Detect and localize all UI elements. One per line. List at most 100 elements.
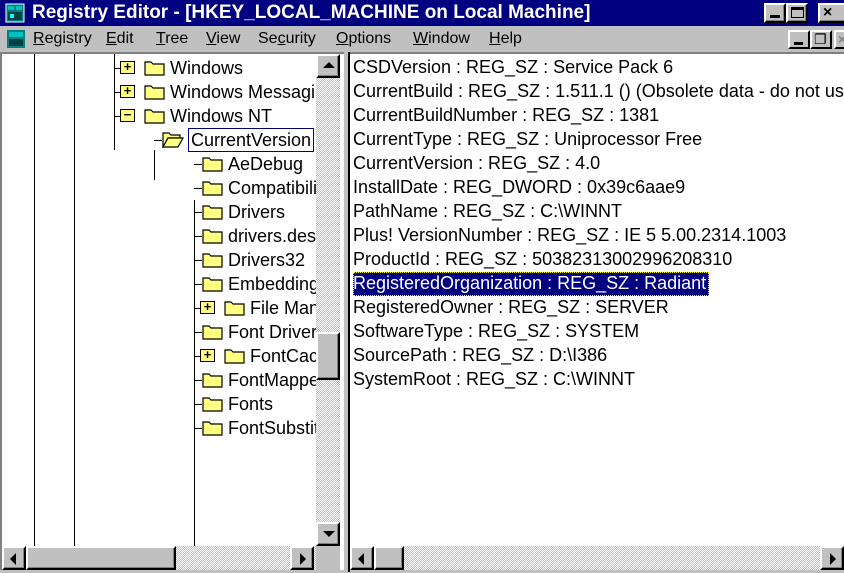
tree-connector-line bbox=[194, 380, 202, 381]
tree-node-label: Windows NT bbox=[170, 106, 273, 126]
tree-node-label: Embedding bbox=[228, 274, 316, 294]
folder-icon bbox=[144, 59, 166, 76]
tree-node-label: FontCache bbox=[250, 346, 316, 366]
tree-connector-line bbox=[194, 164, 202, 165]
scroll-down-button[interactable] bbox=[316, 522, 340, 546]
value-row[interactable]: ProductId : REG_SZ : 5038231300299620831… bbox=[353, 248, 735, 272]
mdi-restore-button[interactable]: ❐ bbox=[810, 30, 832, 49]
folder-icon bbox=[202, 419, 224, 436]
expand-plus-icon[interactable]: + bbox=[200, 300, 215, 314]
scroll-left-button[interactable] bbox=[350, 546, 374, 570]
folder-icon bbox=[224, 299, 246, 316]
menu-edit[interactable]: Edit bbox=[106, 29, 134, 49]
tree-connector-line bbox=[194, 284, 202, 285]
tree-horizontal-scrollbar[interactable] bbox=[2, 546, 316, 570]
expand-plus-icon[interactable]: + bbox=[200, 348, 215, 362]
folder-icon bbox=[202, 251, 224, 268]
document-system-menu-icon[interactable] bbox=[6, 29, 26, 49]
value-row[interactable]: CSDVersion : REG_SZ : Service Pack 6 bbox=[353, 56, 676, 80]
menu-help[interactable]: Help bbox=[489, 29, 522, 49]
arrow-down-icon bbox=[323, 531, 335, 537]
menu-window[interactable]: Window bbox=[413, 29, 470, 49]
close-icon: × bbox=[823, 4, 833, 21]
maximize-icon bbox=[791, 7, 804, 18]
minimize-icon bbox=[770, 15, 780, 18]
folder-icon bbox=[202, 203, 224, 220]
menu-registry[interactable]: Registry bbox=[33, 29, 92, 49]
arrow-right-icon bbox=[830, 553, 836, 565]
registry-editor-icon[interactable] bbox=[5, 3, 25, 23]
tree-connector-line bbox=[194, 260, 202, 261]
tree-node-label: Drivers32 bbox=[228, 250, 306, 270]
tree-node-label: FontMapper bbox=[228, 370, 316, 390]
value-row[interactable]: Plus! VersionNumber : REG_SZ : IE 5 5.00… bbox=[353, 224, 789, 248]
tree-node-label: Font Drivers bbox=[228, 322, 316, 342]
scroll-thumb[interactable] bbox=[316, 332, 340, 380]
tree-node-label: Compatibility bbox=[228, 178, 316, 198]
scroll-thumb[interactable] bbox=[26, 546, 176, 570]
value-row[interactable]: CurrentVersion : REG_SZ : 4.0 bbox=[353, 152, 603, 176]
value-row[interactable]: PathName : REG_SZ : C:\WINNT bbox=[353, 200, 625, 224]
folder-icon bbox=[202, 155, 224, 172]
tree-node-label: CurrentVersion bbox=[188, 128, 315, 152]
menu-tree[interactable]: Tree bbox=[156, 29, 188, 49]
arrow-up-icon bbox=[323, 62, 335, 68]
scroll-thumb[interactable] bbox=[374, 546, 404, 570]
value-row[interactable]: InstallDate : REG_DWORD : 0x39c6aae9 bbox=[353, 176, 688, 200]
folder-icon bbox=[224, 347, 246, 364]
expand-plus-icon[interactable]: + bbox=[120, 84, 135, 98]
scroll-up-button[interactable] bbox=[316, 54, 340, 78]
minimize-icon bbox=[794, 42, 803, 45]
tree-vertical-scrollbar[interactable] bbox=[316, 54, 340, 546]
folder-icon bbox=[202, 275, 224, 292]
minimize-button[interactable] bbox=[764, 3, 786, 23]
value-row[interactable]: SystemRoot : REG_SZ : C:\WINNT bbox=[353, 368, 638, 392]
folder-icon bbox=[202, 395, 224, 412]
value-row[interactable]: CurrentBuild : REG_SZ : 1.511.1 () (Obso… bbox=[353, 80, 844, 104]
tree-connector-line bbox=[194, 188, 202, 189]
close-icon: × bbox=[838, 31, 844, 47]
restore-icon: ❐ bbox=[814, 31, 827, 47]
tree-node-label: Windows bbox=[170, 58, 244, 78]
value-row-selected[interactable]: RegisteredOrganization : REG_SZ : Radian… bbox=[353, 272, 710, 296]
folder-icon bbox=[144, 83, 166, 100]
folder-icon bbox=[202, 227, 224, 244]
expand-plus-icon[interactable]: + bbox=[120, 60, 135, 74]
registry-values-pane[interactable]: CSDVersion : REG_SZ : Service Pack 6 Curr… bbox=[350, 52, 844, 570]
value-row[interactable]: SourcePath : REG_SZ : D:\I386 bbox=[353, 344, 610, 368]
collapse-minus-icon[interactable]: − bbox=[120, 108, 135, 122]
scrollbar-corner bbox=[316, 546, 340, 570]
close-button[interactable]: × bbox=[818, 3, 844, 23]
tree-connector-line bbox=[194, 236, 202, 237]
tree-node-label: Fonts bbox=[228, 394, 274, 414]
tree-connector-line bbox=[194, 212, 202, 213]
value-row[interactable]: RegisteredOwner : REG_SZ : SERVER bbox=[353, 296, 672, 320]
menu-options[interactable]: Options bbox=[336, 29, 391, 49]
folder-open-icon bbox=[161, 131, 185, 150]
folder-icon bbox=[202, 323, 224, 340]
mdi-close-button[interactable]: × bbox=[834, 30, 844, 49]
scroll-left-button[interactable] bbox=[2, 546, 26, 570]
title-bar[interactable]: Registry Editor - [HKEY_LOCAL_MACHINE on… bbox=[0, 0, 844, 26]
menu-view[interactable]: View bbox=[206, 29, 240, 49]
scroll-right-button[interactable] bbox=[290, 546, 314, 570]
maximize-button[interactable] bbox=[786, 3, 808, 23]
folder-icon bbox=[202, 179, 224, 196]
tree-connector-line bbox=[194, 332, 202, 333]
value-row[interactable]: CurrentType : REG_SZ : Uniprocessor Free bbox=[353, 128, 705, 152]
menu-security[interactable]: Security bbox=[258, 29, 316, 49]
menu-bar: Registry Edit Tree View Security Options… bbox=[0, 27, 844, 51]
tree-node-label: drivers.desc bbox=[228, 226, 316, 246]
scroll-right-button[interactable] bbox=[820, 546, 844, 570]
values-horizontal-scrollbar[interactable] bbox=[350, 546, 844, 570]
value-row[interactable]: SoftwareType : REG_SZ : SYSTEM bbox=[353, 320, 642, 344]
registry-tree-pane[interactable]: + Windows + Windows Messaging Subsystem − Win… bbox=[0, 52, 344, 570]
tree-node-label: AeDebug bbox=[228, 154, 304, 174]
arrow-left-icon bbox=[358, 553, 364, 565]
tree-node-label: Windows Messaging Subsystem bbox=[170, 82, 316, 102]
folder-icon bbox=[202, 371, 224, 388]
tree-connector-line bbox=[194, 428, 202, 429]
value-row[interactable]: CurrentBuildNumber : REG_SZ : 1381 bbox=[353, 104, 662, 128]
folder-icon bbox=[144, 107, 166, 124]
mdi-minimize-button[interactable] bbox=[788, 30, 810, 49]
